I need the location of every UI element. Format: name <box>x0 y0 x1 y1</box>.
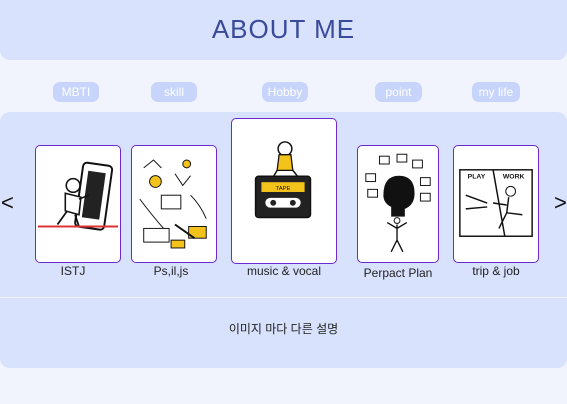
design-tools-illustration <box>139 159 207 249</box>
card-description: 이미지 마다 다른 설명 <box>228 322 339 336</box>
carousel-card-hobby[interactable]: TAPE <box>231 118 337 264</box>
tab-my-life[interactable]: my life <box>472 82 520 102</box>
tape-label: TAPE <box>276 186 291 192</box>
play-work-illustration: PLAY WORK <box>459 169 533 237</box>
person-pushing-phone-illustration <box>37 161 119 231</box>
tab-hobby[interactable]: Hobby <box>262 82 308 102</box>
card-caption: Perpact Plan <box>363 266 433 280</box>
play-label: PLAY <box>468 174 486 181</box>
card-caption: music & vocal <box>246 264 322 278</box>
carousel-card-mbti[interactable] <box>35 145 121 263</box>
work-label: WORK <box>503 174 525 181</box>
tab-skill[interactable]: skill <box>151 82 197 102</box>
cassette-tape-illustration: TAPE <box>254 141 312 219</box>
tab-point[interactable]: point <box>375 82 422 102</box>
card-caption: ISTJ <box>60 264 86 278</box>
next-arrow-button[interactable]: > <box>554 190 567 216</box>
page-title: ABOUT ME <box>211 14 356 44</box>
carousel-card-skill[interactable] <box>131 145 217 263</box>
carousel-card-point[interactable] <box>357 145 439 263</box>
head-with-ideas-illustration <box>365 153 431 253</box>
carousel-card-my-life[interactable]: PLAY WORK <box>453 145 539 263</box>
card-caption: Ps,il,js <box>153 264 189 278</box>
prev-arrow-button[interactable]: < <box>1 190 14 216</box>
tab-mbti[interactable]: MBTI <box>53 82 99 102</box>
card-caption: trip & job <box>472 264 520 278</box>
